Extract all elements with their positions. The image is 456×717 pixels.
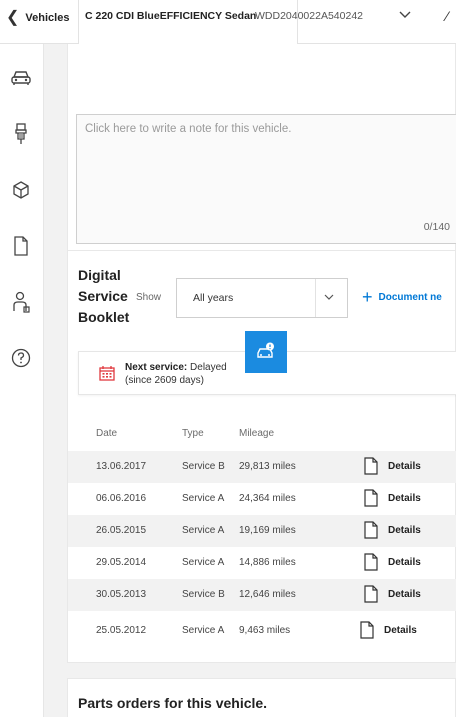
- select-divider: [315, 279, 316, 317]
- document-new-label: Document ne: [378, 291, 442, 303]
- sidebar: [0, 44, 44, 717]
- car-icon[interactable]: [9, 66, 33, 90]
- chevron-down-icon[interactable]: [399, 8, 411, 22]
- chevron-left-icon: ❮: [6, 9, 20, 26]
- document-icon: [364, 489, 378, 507]
- document-icon: [364, 457, 378, 475]
- vehicle-model: C 220 CDI BlueEFFICIENCY Sedan: [85, 10, 257, 22]
- parts-box-icon[interactable]: [9, 178, 33, 202]
- row-type: Service A: [182, 557, 225, 568]
- row-mileage: 19,169 miles: [239, 525, 296, 536]
- row-date: 13.06.2017: [96, 461, 147, 472]
- booklet-title-line: Booklet: [78, 309, 130, 325]
- row-mileage: 12,646 miles: [239, 589, 296, 600]
- table-row: 13.06.2017 Service B 29,813 miles Detail…: [68, 451, 456, 483]
- overflow-icon: ⁄: [446, 8, 449, 24]
- row-mileage: 14,886 miles: [239, 557, 296, 568]
- document-icon: [364, 585, 378, 603]
- row-date: 29.05.2014: [96, 557, 147, 568]
- details-label: Details: [384, 624, 417, 636]
- service-alert-badge[interactable]: [245, 331, 287, 373]
- details-button[interactable]: Details: [360, 621, 417, 639]
- row-type: Service A: [182, 493, 225, 504]
- booklet-title: Digital Service Booklet: [78, 265, 129, 328]
- table-row: 29.05.2014 Service A 14,886 miles Detail…: [68, 547, 456, 579]
- row-mileage: 9,463 miles: [239, 625, 291, 636]
- document-icon: [364, 521, 378, 539]
- vehicle-selector[interactable]: C 220 CDI BlueEFFICIENCY Sedan WDD204002…: [78, 0, 411, 44]
- document-icon[interactable]: [9, 234, 33, 258]
- details-label: Details: [388, 460, 421, 472]
- back-to-vehicles-link[interactable]: ❮ Vehicles: [6, 8, 69, 28]
- plus-icon: +: [362, 287, 373, 307]
- table-row: 26.05.2015 Service A 19,169 miles Detail…: [68, 515, 456, 547]
- show-label: Show: [136, 292, 162, 303]
- row-type: Service A: [182, 625, 225, 636]
- booklet-title-line: Digital: [78, 267, 121, 283]
- year-filter-value: All years: [193, 292, 234, 304]
- year-filter-select[interactable]: All years: [176, 278, 348, 318]
- row-date: 25.05.2012: [96, 625, 147, 636]
- note-char-count: 0/140: [423, 221, 450, 233]
- details-label: Details: [388, 492, 421, 504]
- details-label: Details: [388, 524, 421, 536]
- vehicle-vin: WDD2040022A540242: [255, 10, 363, 22]
- calendar-icon: [99, 365, 115, 381]
- row-type: Service B: [182, 461, 225, 472]
- note-placeholder: Click here to write a note for this vehi…: [85, 123, 292, 135]
- details-button[interactable]: Details: [364, 457, 421, 475]
- column-header-mileage: Mileage: [239, 428, 275, 439]
- table-row: 06.06.2016 Service A 24,364 miles Detail…: [68, 483, 456, 515]
- details-label: Details: [388, 588, 421, 600]
- next-service-text: Next service: Delayed (since 2609 days): [125, 361, 245, 387]
- details-button[interactable]: Details: [364, 553, 421, 571]
- next-service-status: Delayed: [190, 362, 227, 373]
- document-icon: [364, 553, 378, 571]
- row-mileage: 29,813 miles: [239, 461, 296, 472]
- row-type: Service A: [182, 525, 225, 536]
- chevron-down-icon: [324, 292, 334, 303]
- details-label: Details: [388, 556, 421, 568]
- booklet-title-line: Service: [78, 288, 128, 304]
- column-header-type: Type: [182, 428, 204, 439]
- vehicle-note-field[interactable]: Click here to write a note for this vehi…: [76, 114, 456, 244]
- help-icon[interactable]: [9, 346, 33, 370]
- details-button[interactable]: Details: [364, 489, 421, 507]
- row-mileage: 24,364 miles: [239, 493, 296, 504]
- parts-orders-title: Parts orders for this vehicle.: [78, 695, 268, 711]
- next-service-label: Next service:: [125, 362, 188, 373]
- row-date: 26.05.2015: [96, 525, 147, 536]
- row-type: Service B: [182, 589, 225, 600]
- row-date: 06.06.2016: [96, 493, 147, 504]
- spark-plug-icon[interactable]: [9, 122, 33, 146]
- technician-icon[interactable]: [9, 290, 33, 314]
- details-button[interactable]: Details: [364, 585, 421, 603]
- row-date: 30.05.2013: [96, 589, 147, 600]
- document-new-service-button[interactable]: + Document ne: [362, 288, 442, 306]
- next-service-since: (since 2609 days): [125, 375, 204, 386]
- column-header-date: Date: [96, 428, 118, 439]
- table-row: 30.05.2013 Service B 12,646 miles Detail…: [68, 579, 456, 611]
- back-label: Vehicles: [25, 12, 70, 24]
- table-row: 25.05.2012 Service A 9,463 miles Details: [68, 615, 456, 647]
- parts-orders-panel: Parts orders for this vehicle.: [67, 678, 456, 717]
- top-bar: ❮ Vehicles C 220 CDI BlueEFFICIENCY Seda…: [0, 0, 456, 44]
- vehicle-note-panel: Click here to write a note for this vehi…: [67, 44, 456, 252]
- details-button[interactable]: Details: [364, 521, 421, 539]
- digital-service-booklet: Digital Service Booklet Show All years +…: [67, 250, 456, 663]
- document-icon: [360, 621, 374, 639]
